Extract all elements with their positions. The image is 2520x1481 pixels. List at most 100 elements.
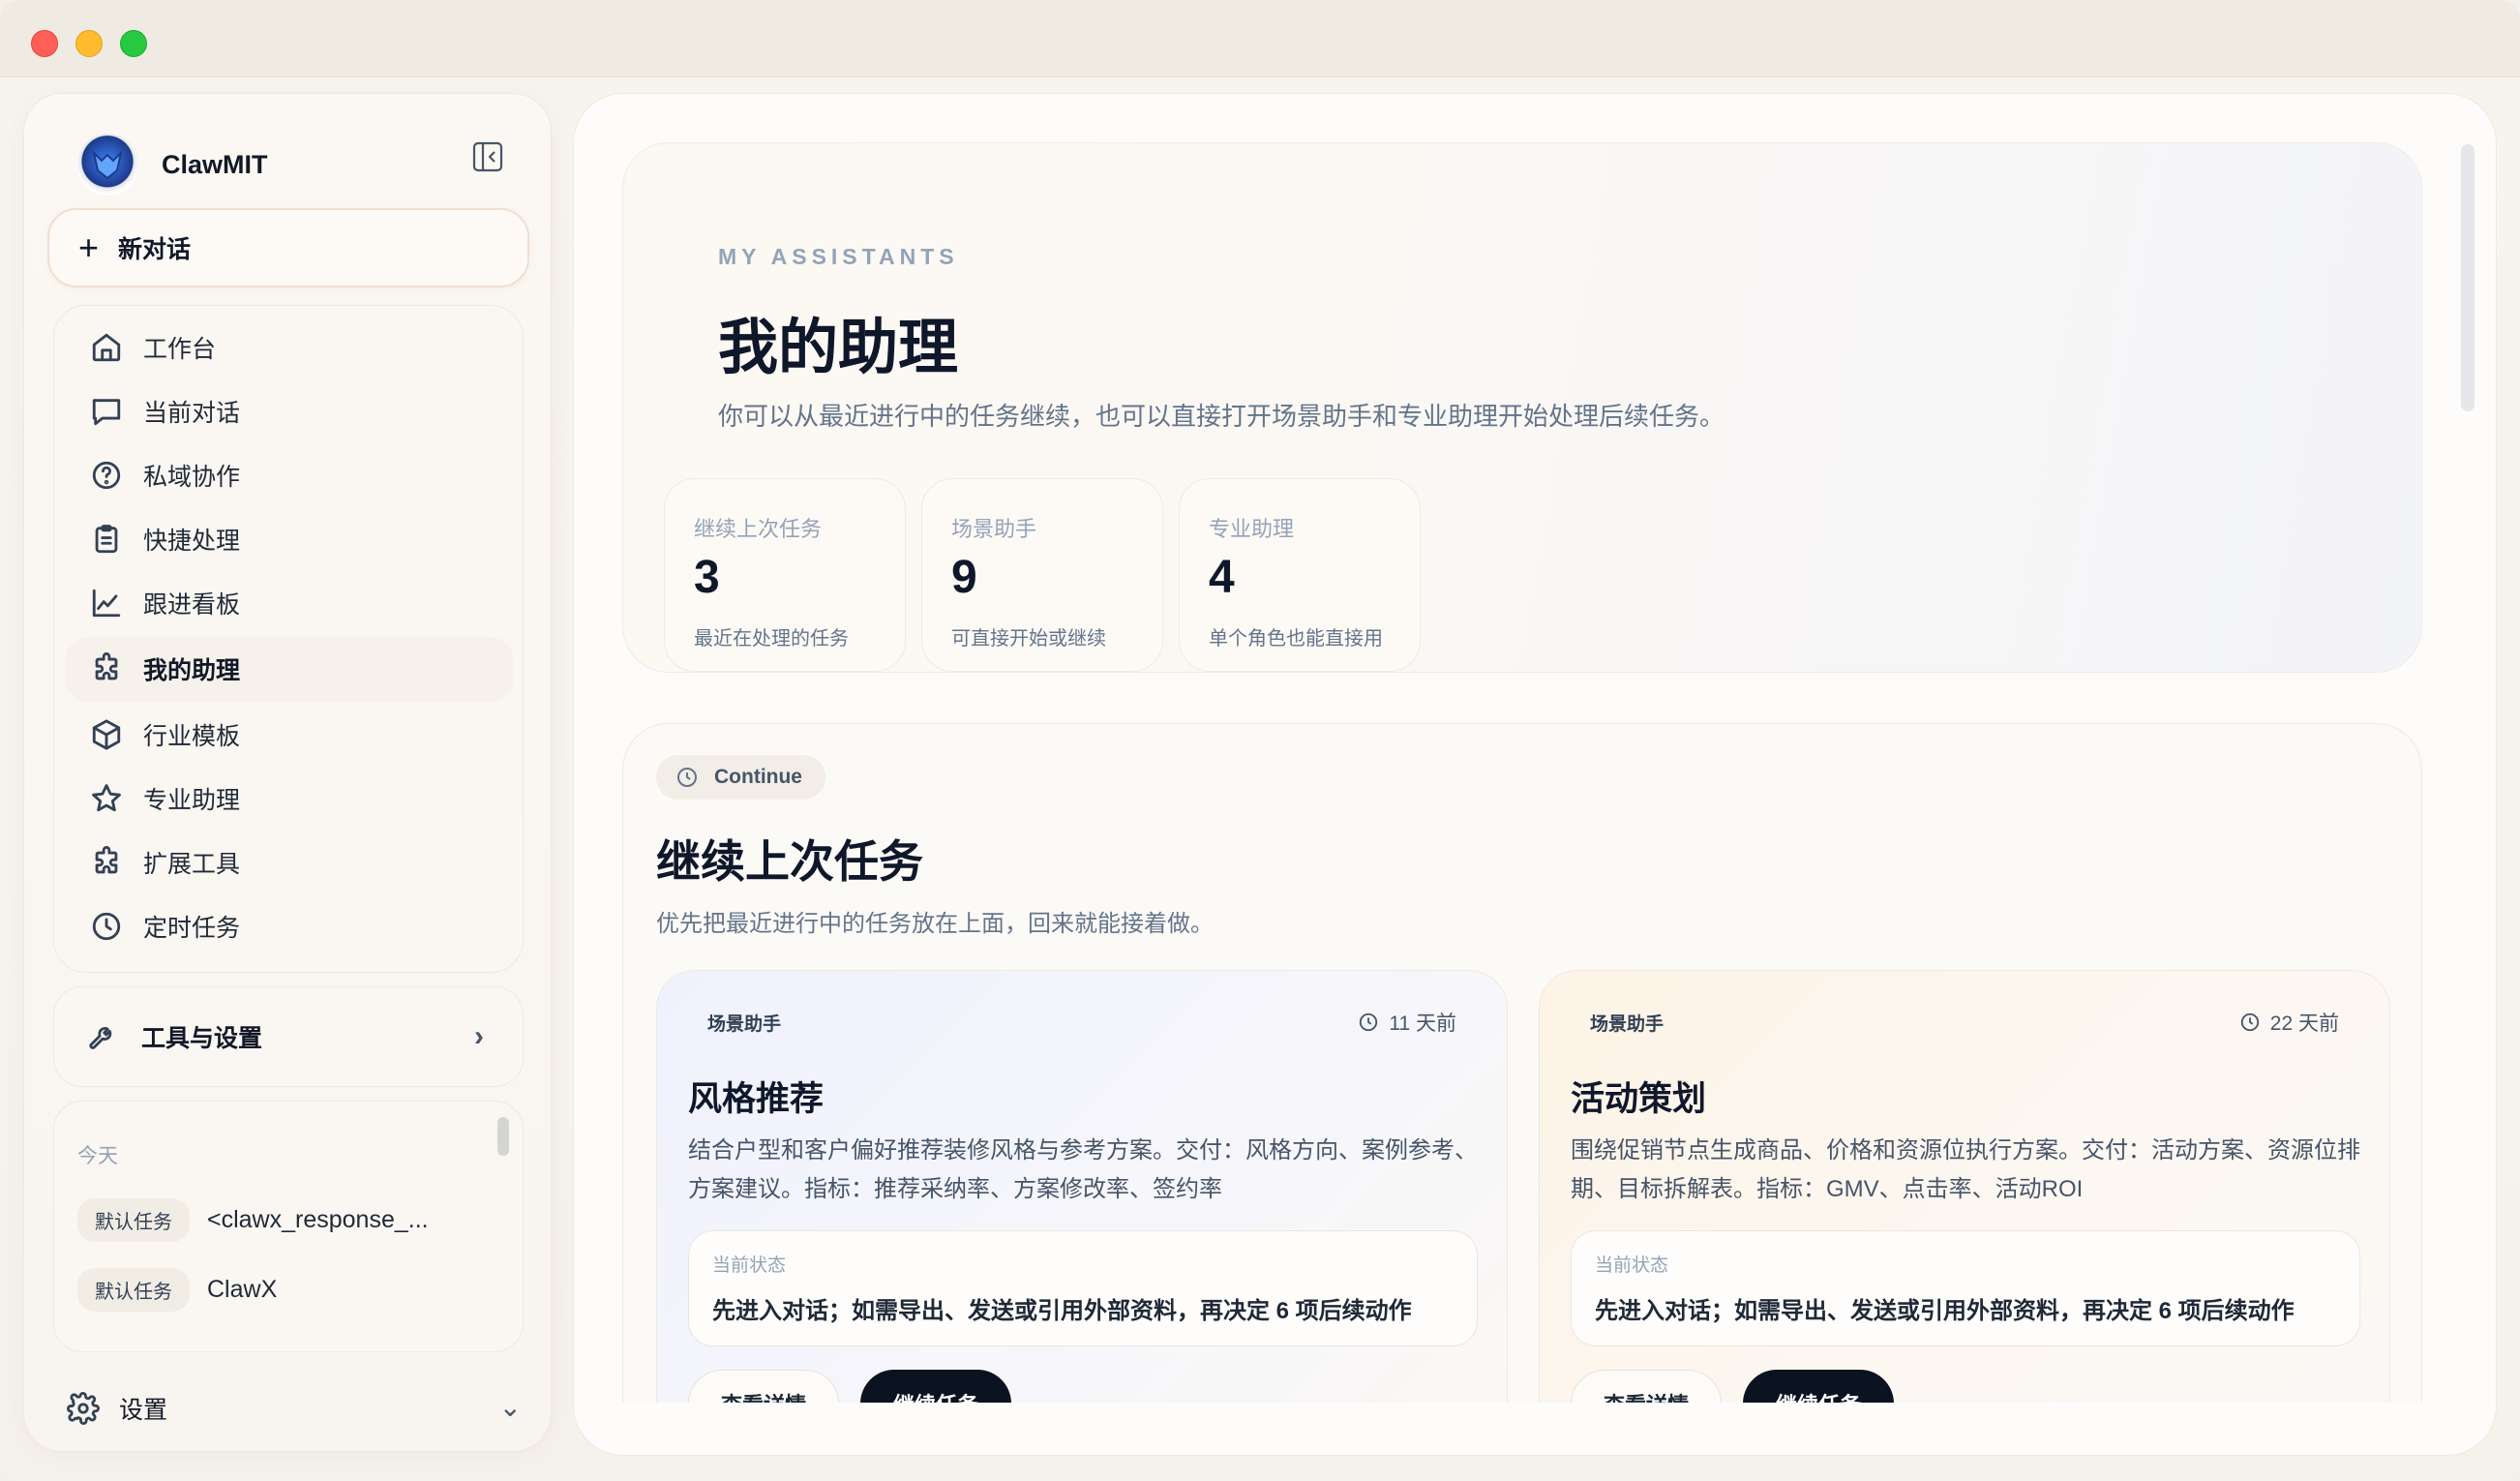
puzzle-icon bbox=[89, 845, 124, 880]
app-logo-icon bbox=[76, 134, 138, 196]
sidebar-item-current-chat[interactable]: 当前对话 bbox=[66, 379, 513, 443]
main-content: MY ASSISTANTS 我的助理 你可以从最近进行中的任务继续，也可以直接打… bbox=[573, 93, 2497, 1456]
minimize-window-button[interactable] bbox=[75, 30, 103, 57]
task-description: 围绕促销节点生成商品、价格和资源位执行方案。交付：活动方案、资源位排期、目标拆解… bbox=[1571, 1137, 2360, 1202]
sidebar-item-scheduled-tasks[interactable]: 定时任务 bbox=[66, 894, 513, 958]
task-status-value: 先进入对话；如需导出、发送或引用外部资料，再决定 6 项后续动作 bbox=[712, 1298, 1412, 1324]
clipboard-icon bbox=[89, 522, 124, 557]
history-item-tag: 默认任务 bbox=[77, 1268, 190, 1312]
app-name: ClawMIT bbox=[162, 149, 268, 179]
history-group-label: 今天 bbox=[77, 1145, 118, 1167]
hero-section: MY ASSISTANTS 我的助理 你可以从最近进行中的任务继续，也可以直接打… bbox=[622, 142, 2422, 673]
section-description: 优先把最近进行中的任务放在上面，回来就能接着做。 bbox=[656, 911, 1214, 937]
page-description: 你可以从最近进行中的任务继续，也可以直接打开场景助手和专业助理开始处理后续任务。 bbox=[718, 402, 1725, 431]
sidebar-item-industry-templates[interactable]: 行业模板 bbox=[66, 703, 513, 767]
continue-badge: Continue bbox=[656, 755, 825, 800]
plus-icon: + bbox=[78, 227, 100, 267]
clock-icon bbox=[2240, 1013, 2259, 1032]
task-tag: 场景助手 bbox=[707, 1014, 782, 1035]
sidebar-item-quick-process[interactable]: 快捷处理 bbox=[66, 507, 513, 571]
cube-icon bbox=[89, 717, 124, 752]
sidebar-item-followup-board[interactable]: 跟进看板 bbox=[66, 571, 513, 635]
sidebar-item-extension-tools[interactable]: 扩展工具 bbox=[66, 831, 513, 894]
task-status-label: 当前状态 bbox=[1595, 1255, 1669, 1276]
task-tag: 场景助手 bbox=[1590, 1014, 1665, 1035]
sidebar-item-label: 快捷处理 bbox=[143, 528, 241, 555]
task-card[interactable]: 场景助手 11 天前 风格推荐 结合户型和客户偏好推荐装修风格与参考方案。交付：… bbox=[656, 970, 1508, 1455]
history-scrollbar[interactable] bbox=[497, 1117, 509, 1156]
task-time: 11 天前 bbox=[1358, 1008, 1456, 1037]
continue-section: Continue 继续上次任务 优先把最近进行中的任务放在上面，回来就能接着做。… bbox=[622, 723, 2422, 1455]
stat-subtext: 单个角色也能直接用 bbox=[1209, 628, 1383, 650]
question-icon bbox=[89, 458, 124, 493]
home-icon bbox=[89, 330, 124, 365]
app-window: ClawMIT + 新对话 工作台 当前对话 私域协作 快捷处理 跟进看板 我的… bbox=[0, 0, 2520, 1481]
chart-line-icon bbox=[89, 586, 124, 620]
task-status: 当前状态 先进入对话；如需导出、发送或引用外部资料，再决定 6 项后续动作 bbox=[1571, 1230, 2360, 1346]
sidebar-item-private-collab[interactable]: 私域协作 bbox=[66, 443, 513, 507]
new-chat-button[interactable]: + 新对话 bbox=[47, 208, 529, 287]
sidebar-item-label: 跟进看板 bbox=[143, 591, 241, 619]
task-time-label: 22 天前 bbox=[2269, 1013, 2339, 1035]
sidebar-item-label: 当前对话 bbox=[143, 400, 241, 427]
task-title: 风格推荐 bbox=[688, 1080, 825, 1118]
stat-subtext: 可直接开始或继续 bbox=[951, 628, 1106, 650]
history-item-tag: 默认任务 bbox=[77, 1198, 190, 1242]
clock-icon bbox=[677, 768, 697, 787]
page-title: 我的助理 bbox=[718, 315, 959, 381]
section-title: 继续上次任务 bbox=[656, 836, 923, 887]
sidebar-item-label: 行业模板 bbox=[143, 723, 241, 750]
main-scrollbar[interactable] bbox=[2461, 144, 2475, 411]
sidebar-item-label: 私域协作 bbox=[143, 464, 241, 491]
sidebar: ClawMIT + 新对话 工作台 当前对话 私域协作 快捷处理 跟进看板 我的… bbox=[23, 93, 552, 1452]
stat-value: 4 bbox=[1209, 552, 1235, 603]
sidebar-item-my-assistants[interactable]: 我的助理 bbox=[66, 637, 513, 701]
gear-icon bbox=[67, 1392, 100, 1425]
history-item[interactable]: 默认任务 <clawx_response_... bbox=[77, 1198, 429, 1242]
task-status: 当前状态 先进入对话；如需导出、发送或引用外部资料，再决定 6 项后续动作 bbox=[688, 1230, 1478, 1346]
star-icon bbox=[89, 781, 124, 816]
task-time-label: 11 天前 bbox=[1389, 1013, 1456, 1035]
task-status-label: 当前状态 bbox=[712, 1255, 787, 1276]
maximize-window-button[interactable] bbox=[120, 30, 147, 57]
tools-settings-label: 工具与设置 bbox=[141, 1025, 263, 1052]
close-window-button[interactable] bbox=[31, 30, 58, 57]
sidebar-nav: 工作台 当前对话 私域协作 快捷处理 跟进看板 我的助理 行业模板 专业助理 扩… bbox=[53, 305, 524, 973]
settings-button[interactable]: 设置 ⌄ bbox=[67, 1379, 522, 1437]
stat-label: 专业助理 bbox=[1209, 517, 1295, 541]
clock-icon bbox=[1360, 1013, 1378, 1032]
puzzle-icon bbox=[89, 651, 124, 686]
stat-label: 场景助手 bbox=[951, 517, 1037, 541]
new-chat-label: 新对话 bbox=[118, 236, 192, 263]
stat-value: 9 bbox=[951, 552, 977, 603]
history-item-title: <clawx_response_... bbox=[207, 1206, 429, 1233]
task-status-value: 先进入对话；如需导出、发送或引用外部资料，再决定 6 项后续动作 bbox=[1595, 1298, 2295, 1324]
stat-card-continue[interactable]: 继续上次任务 3 最近在处理的任务 bbox=[664, 478, 906, 672]
stat-value: 3 bbox=[694, 552, 720, 603]
stat-card-scene-assistants[interactable]: 场景助手 9 可直接开始或继续 bbox=[921, 478, 1163, 672]
sidebar-item-label: 扩展工具 bbox=[143, 851, 241, 878]
continue-badge-label: Continue bbox=[714, 766, 802, 788]
history-list: 今天 默认任务 <clawx_response_... 默认任务 ClawX bbox=[53, 1101, 524, 1352]
sidebar-item-label: 工作台 bbox=[143, 336, 217, 363]
tools-settings-button[interactable]: 工具与设置 › bbox=[53, 986, 524, 1087]
task-title: 活动策划 bbox=[1571, 1080, 1707, 1118]
sidebar-item-label: 我的助理 bbox=[143, 657, 241, 684]
chevron-down-icon: ⌄ bbox=[498, 1392, 522, 1422]
brand: ClawMIT bbox=[76, 131, 268, 198]
sidebar-item-pro-assistants[interactable]: 专业助理 bbox=[66, 767, 513, 831]
stat-card-pro-assistants[interactable]: 专业助理 4 单个角色也能直接用 bbox=[1179, 478, 1421, 672]
sidebar-item-label: 定时任务 bbox=[143, 915, 241, 942]
sidebar-item-label: 专业助理 bbox=[143, 787, 241, 814]
collapse-sidebar-icon[interactable] bbox=[471, 140, 504, 173]
sidebar-item-workbench[interactable]: 工作台 bbox=[66, 316, 513, 379]
stat-label: 继续上次任务 bbox=[694, 517, 823, 541]
task-description: 结合户型和客户偏好推荐装修风格与参考方案。交付：风格方向、案例参考、方案建议。指… bbox=[688, 1137, 1478, 1202]
chat-icon bbox=[89, 394, 124, 429]
task-time: 22 天前 bbox=[2239, 1008, 2339, 1037]
title-bar bbox=[0, 0, 2520, 77]
hero-eyebrow: MY ASSISTANTS bbox=[718, 244, 959, 269]
settings-label: 设置 bbox=[119, 1397, 168, 1424]
task-card[interactable]: 场景助手 22 天前 活动策划 围绕促销节点生成商品、价格和资源位执行方案。交付… bbox=[1539, 970, 2390, 1455]
history-item[interactable]: 默认任务 ClawX bbox=[77, 1268, 277, 1312]
